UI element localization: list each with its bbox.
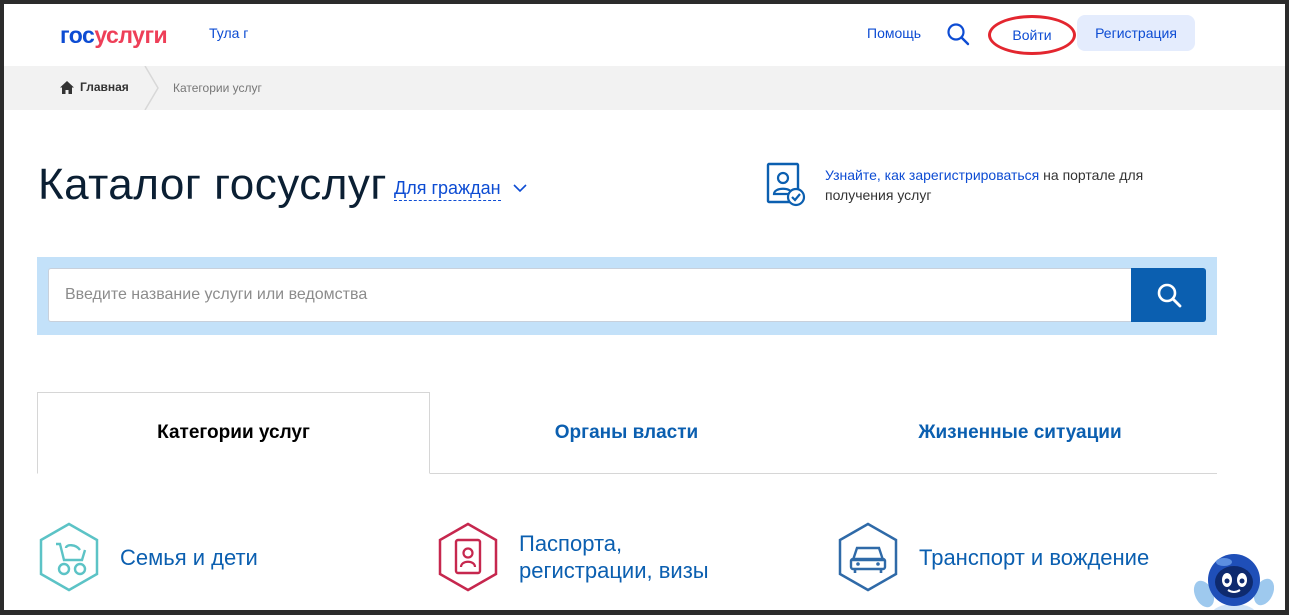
header-search-icon[interactable] xyxy=(946,22,970,46)
site-header: госуслуги Тула г Помощь Войти Регистраци… xyxy=(4,4,1285,66)
category-passports[interactable]: Паспорта, регистрации, визы xyxy=(437,522,709,592)
category-family-children[interactable]: Семья и дети xyxy=(38,522,258,592)
audience-selector[interactable]: Для граждан xyxy=(394,178,501,201)
category-transport[interactable]: Транспорт и вождение xyxy=(837,522,1149,592)
catalog-tabs: Категории услуг Органы власти Жизненные … xyxy=(37,392,1217,474)
breadcrumb: Главная Категории услуг xyxy=(4,66,1285,110)
user-registration-icon xyxy=(766,162,806,207)
home-icon xyxy=(60,80,74,94)
tab-life-situations[interactable]: Жизненные ситуации xyxy=(823,392,1217,474)
gosuslugi-logo[interactable]: госуслуги xyxy=(60,22,168,49)
category-label: Транспорт и вождение xyxy=(919,544,1150,570)
logo-part-uslugi: услуги xyxy=(94,22,168,48)
chevron-down-icon[interactable] xyxy=(512,182,528,194)
category-label-line2: регистрации, визы xyxy=(519,558,709,583)
logo-part-gos: гос xyxy=(60,22,95,48)
category-label: Паспорта, регистрации, визы xyxy=(519,530,709,584)
search-icon xyxy=(1157,283,1181,308)
passport-icon xyxy=(438,522,498,592)
breadcrumb-current: Категории услуг xyxy=(173,81,262,95)
page-title: Каталог госуслуг xyxy=(38,160,387,209)
car-icon xyxy=(838,522,898,592)
breadcrumb-home-label: Главная xyxy=(80,80,129,94)
baby-stroller-icon xyxy=(39,522,99,592)
register-button[interactable]: Регистрация xyxy=(1077,15,1195,51)
assistant-robot-icon[interactable] xyxy=(1192,542,1274,615)
category-label: Семья и дети xyxy=(120,544,258,570)
category-label-line1: Паспорта, xyxy=(519,531,623,556)
tab-authorities[interactable]: Органы власти xyxy=(430,392,823,474)
search-panel xyxy=(37,257,1217,335)
help-link[interactable]: Помощь xyxy=(867,25,921,41)
city-selector[interactable]: Тула г xyxy=(209,25,248,41)
registration-link[interactable]: Узнайте, как зарегистрироваться xyxy=(825,167,1039,183)
service-search-input[interactable] xyxy=(48,268,1132,322)
tab-service-categories[interactable]: Категории услуг xyxy=(37,392,430,474)
registration-hint: Узнайте, как зарегистрироваться на порта… xyxy=(825,165,1205,205)
login-button[interactable]: Войти xyxy=(988,15,1076,55)
breadcrumb-separator xyxy=(144,66,159,110)
browser-frame: госуслуги Тула г Помощь Войти Регистраци… xyxy=(0,0,1289,615)
breadcrumb-home[interactable]: Главная xyxy=(60,80,129,94)
search-button[interactable] xyxy=(1131,268,1206,322)
